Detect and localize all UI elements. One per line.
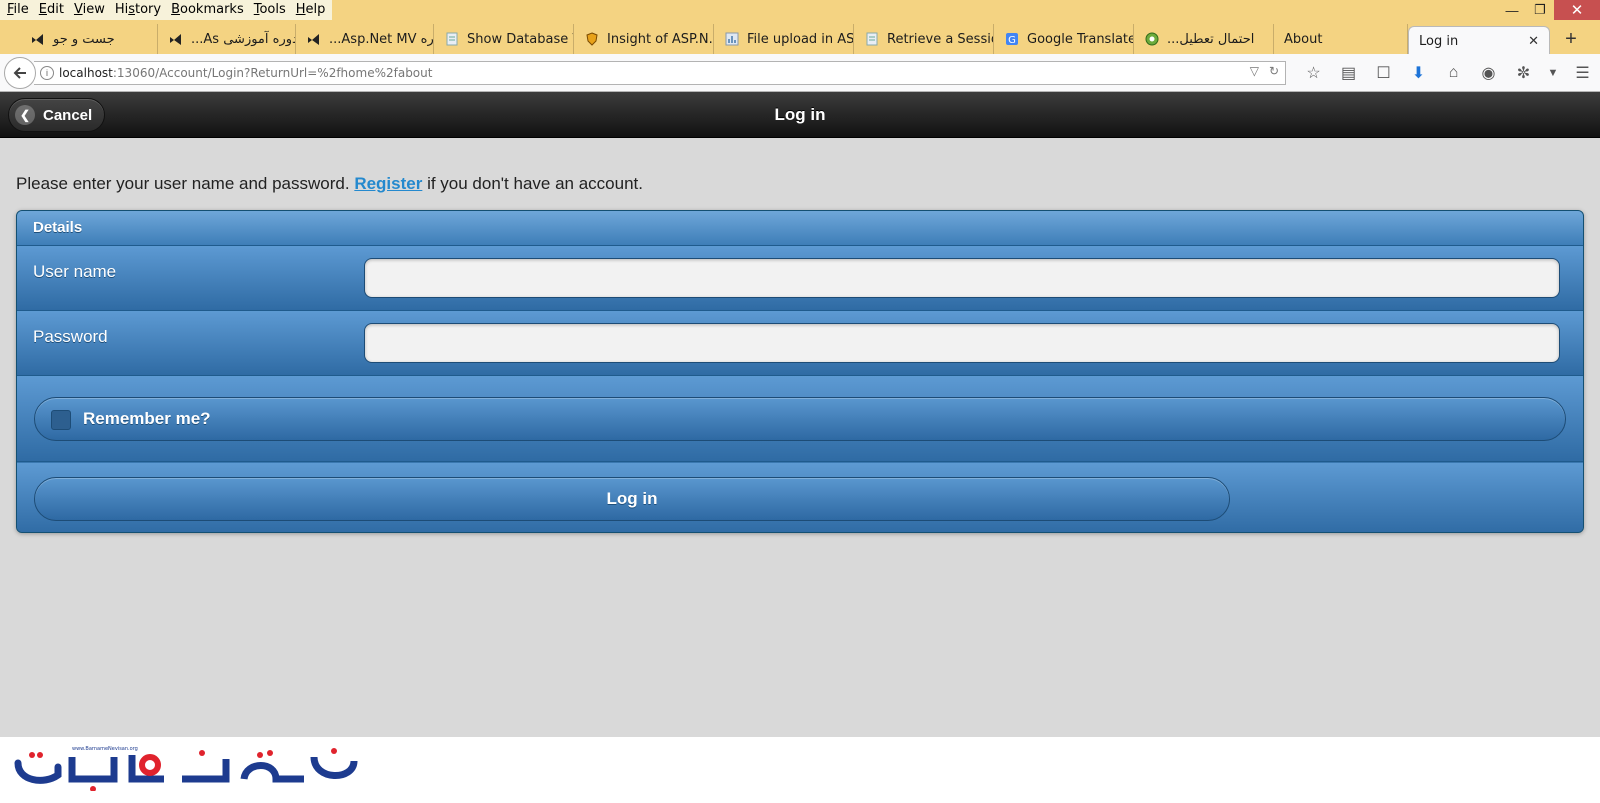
bookmark-star-icon[interactable]: ☆ [1296, 63, 1331, 83]
toolbar: ☆ ▤ ☐ ⬇ ⌂ ◉ ✼ ▼ ☰ [1296, 63, 1600, 83]
close-window-icon[interactable]: ✕ [1554, 0, 1600, 20]
overflow-chevron-icon[interactable]: ▼ [1541, 63, 1565, 83]
page-icon [864, 31, 880, 47]
intro-text: Please enter your user name and password… [16, 174, 643, 194]
tab-label: جست و جو [53, 31, 115, 47]
username-row: User name [17, 246, 1583, 311]
page: ❮ Cancel Log in Please enter your user n… [0, 92, 1600, 803]
extension-icon[interactable]: ✼ [1506, 63, 1541, 83]
chat-icon[interactable]: ◉ [1471, 63, 1506, 83]
reload-icon[interactable]: ↻ [1269, 64, 1279, 78]
login-button[interactable]: Log in [34, 477, 1230, 521]
tab-aspnet-mvc[interactable]: دوره Asp.Net MV... [296, 24, 434, 54]
tab-label: Insight of ASP.N... [607, 31, 714, 47]
submit-row: Log in [17, 463, 1583, 532]
menu-tools[interactable]: Tools [249, 0, 291, 20]
tab-label: احتمال تعطيل... [1167, 31, 1255, 47]
menu-bar: File Edit View History Bookmarks Tools H… [0, 0, 333, 20]
window-controls: — ❐ ✕ [1498, 0, 1600, 20]
password-input[interactable] [364, 323, 1560, 363]
tab-label: دوره آموزشی As... [191, 31, 296, 47]
download-icon[interactable]: ⬇ [1401, 63, 1436, 83]
tab-retrieve-session[interactable]: Retrieve a Sessio... [854, 24, 994, 54]
page-icon [444, 31, 460, 47]
tab-strip: جست و جو دوره آموزشی As... دوره Asp.Net … [0, 24, 1600, 55]
tab-label: دوره Asp.Net MV... [329, 31, 434, 47]
tab-search[interactable]: جست و جو [20, 24, 158, 54]
remember-me-toggle[interactable]: Remember me? [34, 397, 1566, 441]
visual-studio-icon [306, 31, 322, 47]
menu-view[interactable]: View [69, 0, 110, 20]
menu-bookmarks[interactable]: Bookmarks [166, 0, 249, 20]
password-row: Password [17, 311, 1583, 376]
visual-studio-icon [30, 31, 46, 47]
details-fieldset: Details User name Password Remember me? … [16, 210, 1584, 533]
svg-text:G: G [1008, 35, 1016, 46]
restore-icon[interactable]: ❐ [1526, 0, 1554, 20]
minimize-icon[interactable]: — [1498, 0, 1526, 20]
tab-label: Retrieve a Sessio... [887, 31, 993, 47]
visual-studio-icon [168, 31, 184, 47]
remember-row: Remember me? [17, 376, 1583, 462]
home-icon[interactable]: ⌂ [1436, 63, 1471, 83]
new-tab-icon[interactable]: + [1556, 24, 1586, 54]
tab-show-database[interactable]: Show Database V... [434, 24, 574, 54]
url-actions: ▽ ↻ [1250, 64, 1279, 78]
nav-bar: i localhost:13060/Account/Login?ReturnUr… [0, 54, 1600, 92]
translate-icon: G [1004, 31, 1020, 47]
tab-course[interactable]: دوره آموزشی As... [158, 24, 296, 54]
tab-google-translate[interactable]: G Google Translate [994, 24, 1134, 54]
tab-label: Log in [1419, 33, 1459, 49]
remember-label: Remember me? [83, 409, 211, 428]
close-tab-icon[interactable]: ✕ [1528, 34, 1539, 49]
password-label: Password [33, 327, 108, 346]
tab-file-upload[interactable]: File upload in AS... [714, 24, 854, 54]
username-label: User name [33, 262, 117, 281]
barnamenevisan-logo: www.BarnameNevisan.org [14, 746, 358, 791]
svg-text:www.BarnameNevisan.org: www.BarnameNevisan.org [72, 746, 138, 752]
intro-before: Please enter your user name and password… [16, 174, 350, 193]
reading-list-icon[interactable]: ▤ [1331, 63, 1366, 83]
chart-icon [724, 31, 740, 47]
footer: www.BarnameNevisan.org [0, 737, 1600, 803]
tab-label: About [1284, 31, 1323, 47]
register-link[interactable]: Register [354, 174, 422, 193]
tab-about[interactable]: About [1274, 24, 1408, 54]
menu-history[interactable]: History [110, 0, 166, 20]
tab-insight[interactable]: Insight of ASP.N... [574, 24, 714, 54]
url-bar[interactable]: i localhost:13060/Account/Login?ReturnUr… [34, 61, 1286, 85]
menu-help[interactable]: Help [291, 0, 331, 20]
page-title: Log in [774, 105, 826, 124]
globe-icon [1144, 31, 1160, 47]
page-header: ❮ Cancel Log in [0, 92, 1600, 138]
hamburger-menu-icon[interactable]: ☰ [1565, 63, 1600, 83]
back-arrow-icon [13, 67, 26, 79]
tab-login-active[interactable]: Log in ✕ [1408, 26, 1550, 55]
tab-label: File upload in AS... [747, 31, 854, 47]
tab-label: Show Database V... [467, 31, 573, 47]
dropdown-arrow-icon[interactable]: ▽ [1250, 64, 1259, 78]
tab-label: Google Translate [1027, 31, 1134, 47]
back-button[interactable] [4, 57, 36, 89]
intro-after: if you don't have an account. [427, 174, 643, 193]
url-text: localhost:13060/Account/Login?ReturnUrl=… [59, 66, 433, 80]
fieldset-legend: Details [17, 211, 1583, 246]
pocket-icon[interactable]: ☐ [1366, 63, 1401, 83]
menu-edit[interactable]: Edit [34, 0, 69, 20]
shield-icon [584, 31, 600, 47]
menu-file[interactable]: File [2, 0, 34, 20]
username-input[interactable] [364, 258, 1560, 298]
remember-checkbox[interactable] [51, 410, 71, 430]
tab-news[interactable]: احتمال تعطيل... [1134, 24, 1274, 54]
site-info-icon[interactable]: i [40, 66, 54, 80]
